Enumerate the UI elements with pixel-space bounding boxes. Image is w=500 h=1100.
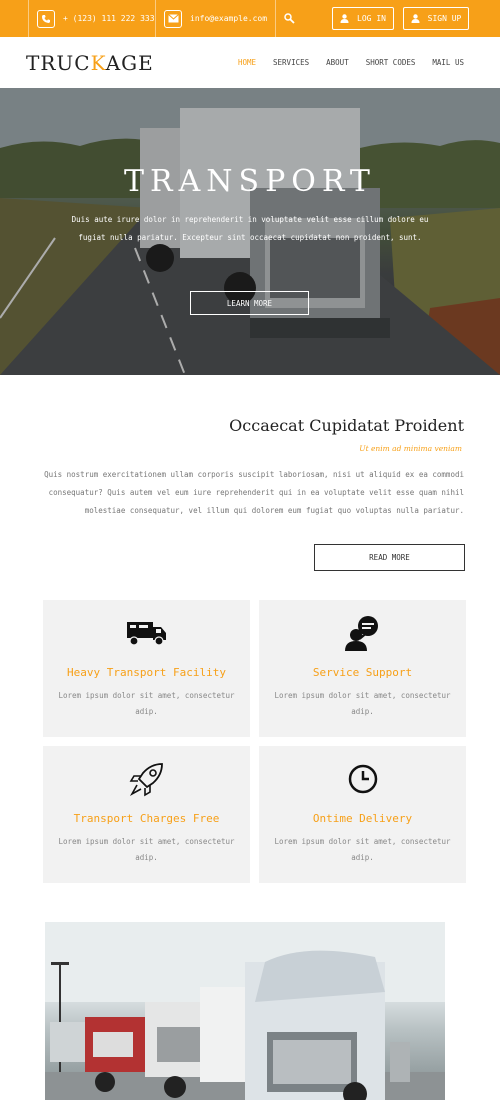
feature-title: Heavy Transport Facility [67, 666, 226, 679]
feature-card: Heavy Transport Facility Lorem ipsum dol… [43, 600, 250, 737]
phone-contact[interactable]: + (123) 111 222 333 [28, 0, 156, 37]
main-navbar: TRUCKAGE HOME SERVICES ABOUT SHORT CODES… [0, 37, 500, 88]
hero-banner: TRANSPORT Duis aute irure dolor in repre… [0, 88, 500, 375]
learn-more-button[interactable]: LEARN MORE [190, 291, 309, 315]
site-logo[interactable]: TRUCKAGE [26, 51, 154, 75]
feature-card: Ontime Delivery Lorem ipsum dolor sit am… [259, 746, 466, 883]
about-subtitle: Ut enim ad minima veniam [359, 444, 462, 453]
nav-item-short-codes[interactable]: SHORT CODES [366, 58, 416, 67]
search-button[interactable] [284, 0, 300, 37]
hero-title: TRANSPORT [124, 164, 376, 199]
login-button[interactable]: LOG IN [332, 7, 394, 30]
about-title: Occaecat Cupidatat Proident [229, 416, 464, 435]
nav-item-about[interactable]: ABOUT [326, 58, 349, 67]
rocket-icon [129, 763, 163, 797]
user-icon [411, 14, 420, 23]
nav-menu: HOME SERVICES ABOUT SHORT CODES MAIL US [221, 58, 464, 67]
signup-label: SIGN UP [427, 14, 462, 23]
feature-title: Transport Charges Free [73, 812, 220, 825]
user-icon [340, 14, 349, 23]
top-bar: + (123) 111 222 333 info@example.com LOG… [0, 0, 500, 37]
feature-text: Lorem ipsum dolor sit amet, consectetur … [274, 691, 451, 716]
email-address: info@example.com [190, 14, 268, 23]
feature-text: Lorem ipsum dolor sit amet, consectetur … [274, 837, 451, 862]
feature-title: Service Support [312, 666, 413, 679]
feature-card: Service Support Lorem ipsum dolor sit am… [259, 600, 466, 737]
logo-k: K [90, 51, 106, 75]
truck-icon [126, 622, 166, 646]
trucks-photo [45, 922, 445, 1100]
read-more-button[interactable]: READ MORE [314, 544, 465, 571]
feature-title: Ontime Delivery [312, 812, 413, 825]
support-icon [344, 616, 378, 651]
phone-number: + (123) 111 222 333 [63, 14, 155, 23]
logo-suffix: AGE [105, 51, 154, 75]
feature-text: Lorem ipsum dolor sit amet, consectetur … [58, 691, 235, 716]
phone-icon [37, 9, 55, 28]
feature-card: Transport Charges Free Lorem ipsum dolor… [43, 746, 250, 883]
email-contact[interactable]: info@example.com [156, 0, 276, 37]
search-icon [284, 13, 295, 24]
nav-item-mail-us[interactable]: MAIL US [432, 58, 464, 67]
envelope-icon [164, 9, 182, 28]
nav-item-services[interactable]: SERVICES [273, 58, 309, 67]
logo-prefix: TRUC [26, 51, 91, 75]
about-text: Quis nostrum exercitationem ullam corpor… [44, 470, 464, 515]
hero-text: Duis aute irure dolor in reprehenderit i… [71, 215, 429, 242]
login-label: LOG IN [357, 14, 386, 23]
trucks-illustration [45, 922, 445, 1100]
clock-icon [348, 764, 377, 794]
feature-text: Lorem ipsum dolor sit amet, consectetur … [58, 837, 235, 862]
signup-button[interactable]: SIGN UP [403, 7, 469, 30]
nav-item-home[interactable]: HOME [238, 58, 256, 67]
